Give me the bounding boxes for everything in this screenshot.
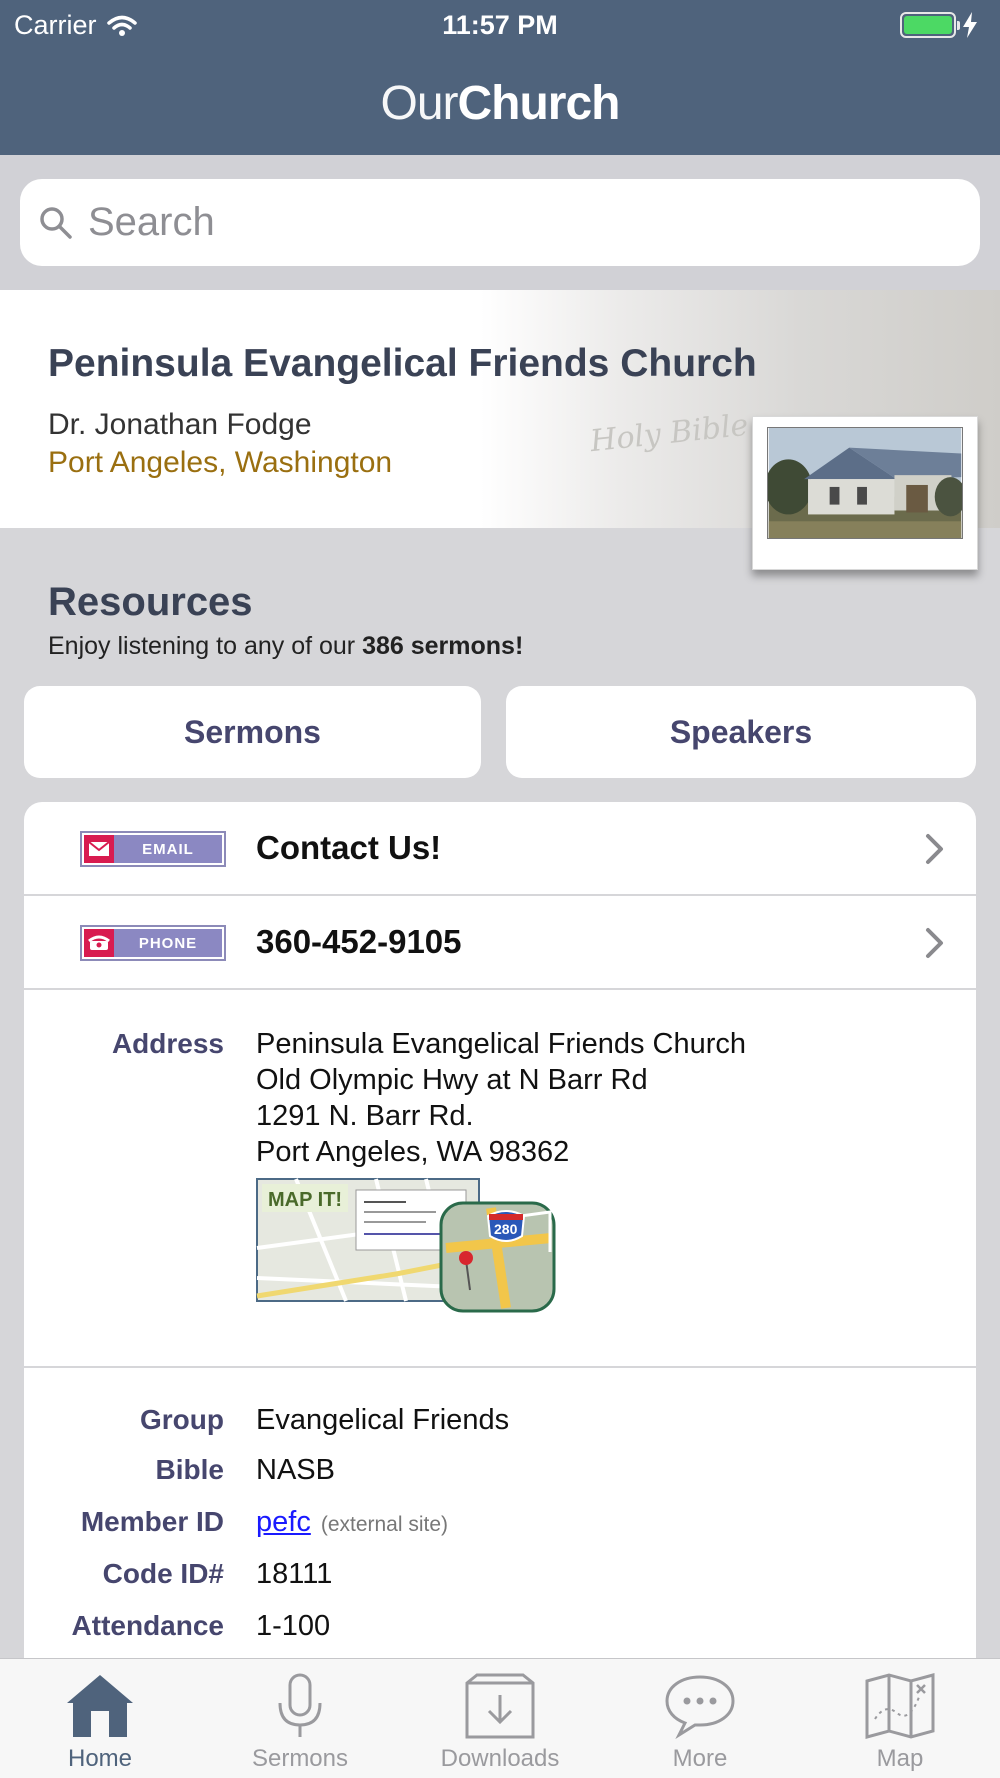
tab-map[interactable]: Map <box>800 1659 1000 1778</box>
address-label: Address <box>111 1028 224 1059</box>
phone-badge: PHONE <box>80 925 226 961</box>
speakers-button[interactable]: Speakers <box>506 686 976 778</box>
folded-map-icon <box>865 1673 935 1739</box>
tab-more[interactable]: More <box>600 1659 800 1778</box>
map-it-label: MAP IT! <box>268 1189 342 1211</box>
chevron-right-icon <box>926 928 943 958</box>
chat-bubble-icon <box>665 1675 735 1739</box>
group-label: Group <box>140 1404 224 1435</box>
phone-row[interactable]: PHONE 360-452-9105 <box>24 896 976 990</box>
battery-indicator <box>900 12 978 38</box>
address-lines: Peninsula Evangelical Friends Church Old… <box>256 1026 746 1170</box>
map-it-button[interactable]: MAP IT! 280 <box>256 1178 566 1316</box>
church-photo[interactable] <box>752 416 978 570</box>
telephone-icon <box>84 929 114 957</box>
church-building-image <box>767 427 963 539</box>
charging-bolt-icon <box>963 12 977 38</box>
group-value: Evangelical Friends <box>256 1404 510 1436</box>
map-shield-label: 280 <box>494 1221 518 1237</box>
status-time: 11:57 PM <box>442 10 558 40</box>
app-title-bold: Church <box>457 77 621 130</box>
battery-icon <box>900 12 960 38</box>
sermon-count: 386 sermons! <box>362 632 524 660</box>
navigation-bar: Carrier 11:57 PM OurChurch <box>0 0 1000 155</box>
code-id-value: 18111 <box>256 1558 333 1590</box>
email-badge: EMAIL <box>80 831 226 867</box>
member-id-label: Member ID <box>80 1506 224 1537</box>
pastor-name: Dr. Jonathan Fodge <box>48 408 312 441</box>
tab-downloads[interactable]: Downloads <box>400 1659 600 1778</box>
tab-bar: Home Sermons Downloads More Map <box>0 1658 1000 1778</box>
church-location: Port Angeles, Washington <box>48 446 393 479</box>
resources-subtitle: Enjoy listening to any of our 386 sermon… <box>48 632 523 661</box>
tab-home[interactable]: Home <box>0 1659 200 1778</box>
home-icon <box>67 1675 133 1737</box>
search-input[interactable] <box>88 200 908 245</box>
microphone-icon <box>278 1673 322 1737</box>
resources-subtitle-prefix: Enjoy listening to any of our <box>48 632 363 660</box>
tab-sermons[interactable]: Sermons <box>200 1659 400 1778</box>
contact-us-row[interactable]: EMAIL Contact Us! <box>24 802 976 896</box>
download-box-icon <box>465 1673 535 1739</box>
resources-heading: Resources <box>48 580 253 624</box>
church-info-card: EMAIL Contact Us! PHONE 360-452-9105 Add… <box>24 802 976 1778</box>
contact-us-label: Contact Us! <box>256 829 442 866</box>
attendance-value: 1-100 <box>256 1610 331 1642</box>
status-bar: Carrier 11:57 PM <box>0 8 1000 44</box>
member-id-link[interactable]: pefc <box>256 1506 311 1538</box>
address-section: Address Peninsula Evangelical Friends Ch… <box>24 992 976 1368</box>
tab-more-label: More <box>672 1745 728 1772</box>
phone-number: 360-452-9105 <box>256 923 462 960</box>
external-site-note: (external site) <box>320 1513 449 1536</box>
address-line: 1291 N. Barr Rd. <box>256 1100 474 1132</box>
envelope-icon <box>84 835 114 863</box>
sermons-button[interactable]: Sermons <box>24 686 481 778</box>
address-line: Peninsula Evangelical Friends Church <box>256 1028 747 1060</box>
address-line: Port Angeles, WA 98362 <box>256 1136 570 1168</box>
tab-map-label: Map <box>876 1745 924 1772</box>
search-icon <box>40 206 72 239</box>
church-name: Peninsula Evangelical Friends Church <box>48 342 757 385</box>
tab-sermons-label: Sermons <box>251 1745 349 1772</box>
address-line: Old Olympic Hwy at N Barr Rd <box>256 1064 648 1096</box>
email-badge-text: EMAIL <box>114 835 222 863</box>
tab-downloads-label: Downloads <box>440 1745 560 1772</box>
chevron-right-icon <box>926 834 943 864</box>
app-title: OurChurch <box>0 76 1000 131</box>
search-field[interactable] <box>20 179 980 266</box>
search-bar-container <box>0 155 1000 290</box>
map-thumbnail-icon: MAP IT! 280 <box>256 1178 556 1313</box>
phone-badge-text: PHONE <box>114 929 222 957</box>
member-id-value: pefc (external site) <box>256 1504 448 1543</box>
battery-level-fill <box>904 16 952 34</box>
tab-home-label: Home <box>67 1745 133 1772</box>
bible-cover-script: Holy Bible <box>588 407 750 460</box>
attendance-label: Attendance <box>71 1610 224 1641</box>
app-title-light: Our <box>380 77 458 130</box>
code-id-label: Code ID# <box>102 1558 224 1589</box>
bible-value: NASB <box>256 1454 335 1486</box>
bible-label: Bible <box>155 1454 224 1485</box>
